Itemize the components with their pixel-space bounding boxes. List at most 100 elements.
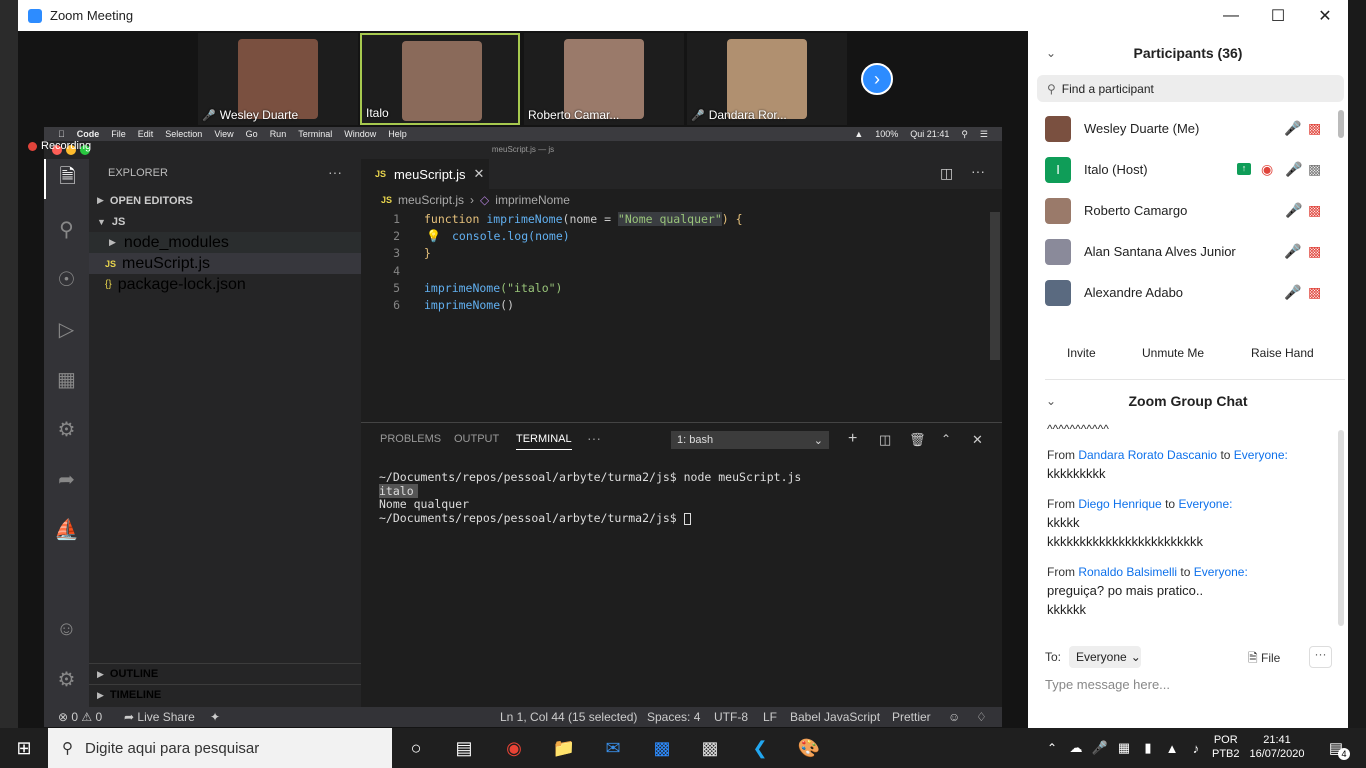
- settings-gear-icon[interactable]: ⚙: [44, 659, 89, 699]
- problems-status[interactable]: ⊗ 0 ⚠ 0: [58, 710, 102, 724]
- invite-button[interactable]: Invite: [1067, 342, 1096, 364]
- close-panel-icon[interactable]: ✕: [972, 432, 983, 448]
- tab-close-icon[interactable]: ✕: [474, 166, 485, 182]
- next-page-chevron-icon[interactable]: ›: [861, 63, 893, 95]
- tree-item-meuscript[interactable]: JS meuScript.js: [89, 253, 361, 274]
- participants-scrollbar[interactable]: [1338, 110, 1344, 138]
- video-off-icon[interactable]: ▩: [1308, 120, 1321, 137]
- indentation[interactable]: Spaces: 4: [647, 710, 700, 724]
- lightbulb-icon[interactable]: 💡: [426, 229, 441, 243]
- mic-muted-icon[interactable]: 🎤: [1284, 284, 1301, 301]
- task-view-icon[interactable]: ▤: [452, 736, 476, 760]
- split-terminal-icon[interactable]: ◫: [879, 432, 891, 448]
- video-thumbnail[interactable]: 🎤 Dandara Ror...: [687, 33, 847, 125]
- zoom-app-icon[interactable]: ▩: [650, 736, 674, 760]
- show-hidden-icons[interactable]: ⌃: [1040, 736, 1064, 760]
- chrome-icon[interactable]: ◉: [502, 736, 526, 760]
- language-mode[interactable]: Babel JavaScript: [790, 710, 880, 724]
- breadcrumb-symbol[interactable]: imprimeNome: [495, 193, 570, 207]
- extensions-icon[interactable]: ▦: [44, 359, 89, 399]
- menu-code[interactable]: Code: [77, 129, 100, 139]
- video-icon[interactable]: ▩: [1308, 161, 1321, 178]
- panel-more-icon[interactable]: ···: [587, 430, 601, 446]
- video-off-icon[interactable]: ▩: [1308, 284, 1321, 301]
- tree-item-package-lock[interactable]: {} package-lock.json: [89, 274, 361, 295]
- menu-help[interactable]: Help: [388, 129, 407, 139]
- timeline-section[interactable]: ▶ TIMELINE: [89, 684, 361, 705]
- chat-more-icon[interactable]: ···: [1309, 646, 1332, 668]
- mic-icon[interactable]: 🎤: [1285, 202, 1302, 219]
- mic-muted-icon[interactable]: 🎤: [1284, 243, 1301, 260]
- run-debug-icon[interactable]: ▷: [44, 309, 89, 349]
- network-icon[interactable]: ▲: [1160, 736, 1184, 760]
- video-off-icon[interactable]: ▩: [1308, 202, 1321, 219]
- terminal-app-icon[interactable]: ▩: [698, 736, 722, 760]
- windows-start-icon[interactable]: ⊞: [12, 736, 36, 760]
- onedrive-icon[interactable]: ☁: [1064, 736, 1088, 760]
- chat-scrollbar[interactable]: [1338, 430, 1344, 626]
- participant-search-input[interactable]: ⚲ Find a participant: [1037, 75, 1344, 102]
- file-button[interactable]: 🗎 File: [1248, 649, 1280, 670]
- video-thumbnail[interactable]: 🎤 Wesley Duarte: [198, 33, 358, 125]
- chat-message-input[interactable]: Type message here...: [1045, 677, 1170, 692]
- recipient-name[interactable]: Everyone:: [1194, 565, 1248, 579]
- system-clock[interactable]: 21:41 16/07/2020: [1248, 733, 1306, 761]
- editor-tab-meuscript[interactable]: JS meuScript.js ✕: [361, 159, 489, 189]
- video-off-icon[interactable]: ▩: [1308, 243, 1321, 260]
- feedback-icon[interactable]: ☺: [948, 710, 960, 724]
- menu-view[interactable]: View: [214, 129, 233, 139]
- folder-js-section[interactable]: ▼ JS: [89, 211, 361, 232]
- open-editors-section[interactable]: ▶ OPEN EDITORS: [89, 190, 361, 211]
- end-of-line[interactable]: LF: [763, 710, 777, 724]
- menu-run[interactable]: Run: [270, 129, 287, 139]
- menu-selection[interactable]: Selection: [165, 129, 202, 139]
- tab-terminal[interactable]: TERMINAL: [516, 433, 572, 450]
- maximize-button[interactable]: ☐: [1255, 0, 1301, 31]
- breadcrumb-file[interactable]: meuScript.js: [398, 193, 464, 207]
- source-control-icon[interactable]: ☉: [44, 259, 89, 299]
- recipient-select[interactable]: Everyone ⌄: [1069, 646, 1141, 668]
- terminal-prompt-line[interactable]: ~/Documents/repos/pessoal/arbyte/turma2/…: [379, 511, 691, 525]
- menu-go[interactable]: Go: [246, 129, 258, 139]
- recipient-name[interactable]: Everyone:: [1178, 497, 1232, 511]
- taskbar-search-box[interactable]: ⚲ Digite aqui para pesquisar: [48, 728, 392, 768]
- trash-icon[interactable]: 🗑: [909, 432, 926, 448]
- sender-name[interactable]: Diego Henrique: [1078, 497, 1161, 511]
- account-icon[interactable]: ☺: [44, 609, 89, 649]
- paint-app-icon[interactable]: 🎨: [797, 736, 821, 760]
- volume-icon[interactable]: ♪: [1184, 736, 1208, 760]
- video-thumbnail[interactable]: Roberto Camar...: [524, 33, 684, 125]
- minimize-button[interactable]: —: [1208, 0, 1254, 31]
- recipient-name[interactable]: Everyone:: [1234, 448, 1288, 462]
- menu-edit[interactable]: Edit: [138, 129, 154, 139]
- split-editor-icon[interactable]: ◫: [940, 165, 953, 182]
- tree-item-node-modules[interactable]: ▶ node_modules: [89, 232, 361, 253]
- outline-section[interactable]: ▶ OUTLINE: [89, 663, 361, 684]
- cursor-position[interactable]: Ln 1, Col 44 (15 selected): [500, 710, 637, 724]
- git-graph-icon[interactable]: ⚙: [44, 409, 89, 449]
- docker-icon[interactable]: ⛵: [44, 509, 89, 549]
- editor-scrollbar[interactable]: [990, 212, 1000, 360]
- explorer-more-icon[interactable]: ···: [328, 164, 342, 180]
- prettier-status[interactable]: Prettier: [892, 710, 931, 724]
- cortana-icon[interactable]: ○: [404, 736, 428, 760]
- raise-hand-button[interactable]: Raise Hand: [1251, 342, 1314, 364]
- menu-window[interactable]: Window: [344, 129, 376, 139]
- mic-muted-icon[interactable]: 🎤: [1284, 120, 1301, 137]
- unmute-me-button[interactable]: Unmute Me: [1142, 342, 1204, 364]
- branch-icon[interactable]: ✦: [210, 710, 220, 724]
- explorer-files-icon[interactable]: 🗎: [44, 159, 89, 199]
- input-language[interactable]: POR PTB2: [1212, 733, 1240, 761]
- live-share-icon[interactable]: ➦: [44, 459, 89, 499]
- menu-file[interactable]: File: [111, 129, 126, 139]
- sender-name[interactable]: Ronaldo Balsimelli: [1078, 565, 1177, 579]
- file-explorer-icon[interactable]: 📁: [552, 736, 576, 760]
- mail-icon[interactable]: ✉: [601, 736, 625, 760]
- vscode-app-icon[interactable]: ❮: [748, 736, 772, 760]
- editor-more-icon[interactable]: ···: [971, 163, 985, 179]
- microphone-tray-icon[interactable]: 🎤: [1088, 736, 1112, 760]
- power-icon[interactable]: ▮: [1136, 736, 1160, 760]
- video-thumbnail-active-speaker[interactable]: Italo: [360, 33, 520, 125]
- tab-problems[interactable]: PROBLEMS: [380, 433, 441, 445]
- close-button[interactable]: ✕: [1302, 0, 1348, 31]
